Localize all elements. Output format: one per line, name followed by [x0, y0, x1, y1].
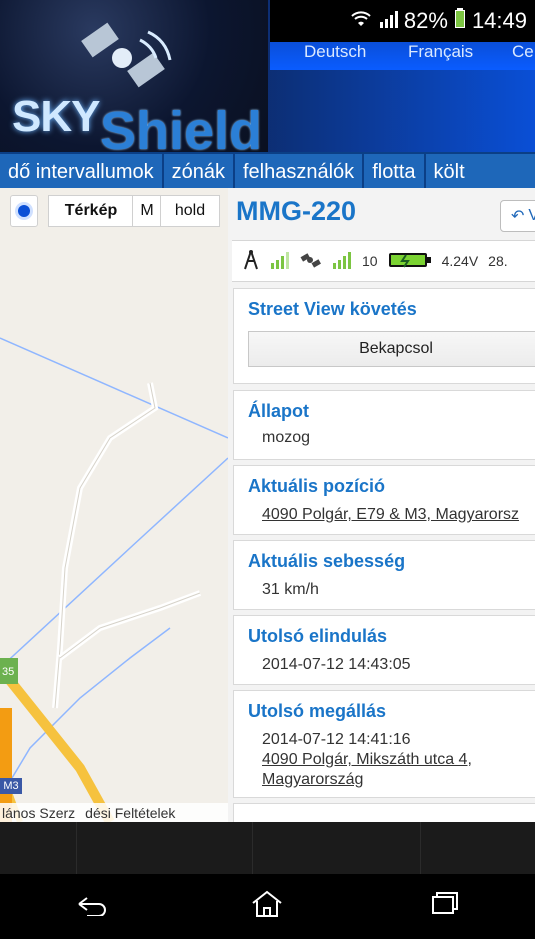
map-roads: [0, 337, 228, 822]
wifi-icon: [350, 8, 372, 34]
last-stop-title: Utolsó megállás: [248, 701, 387, 721]
system-navbar: [0, 874, 535, 939]
vehicle-title: MMG-220: [236, 196, 357, 226]
logo-sky-text: SKY: [12, 92, 100, 141]
map-type-m[interactable]: M: [132, 195, 162, 227]
gps-count: 10: [362, 253, 378, 269]
gps-signal-icon: [332, 251, 352, 272]
battery-charging-icon: [388, 251, 432, 272]
antenna-icon: [242, 249, 260, 274]
gps-satellite-icon: [300, 251, 322, 272]
status-bar: 82% 14:49: [270, 0, 535, 42]
map-view[interactable]: 35 M3: [0, 188, 229, 822]
card-next-partial: [233, 803, 535, 822]
speed-title: Aktuális sebesség: [248, 551, 406, 571]
toolbar-divider: [252, 822, 253, 874]
gsm-signal-icon: [270, 251, 290, 272]
back-label: V: [528, 207, 535, 224]
battery-icon: [454, 8, 466, 34]
card-position: Aktuális pozíció 4090 Polgár, E79 & M3, …: [233, 465, 535, 535]
state-value: mozog: [262, 429, 311, 446]
logo-shield-text: Shield: [100, 101, 263, 152]
position-title: Aktuális pozíció: [248, 476, 386, 496]
signal-icon: [378, 8, 398, 34]
back-button[interactable]: ↶ V: [500, 200, 535, 232]
toolbar-divider: [420, 822, 421, 874]
telemetry-bar: 10 4.24V 28.: [232, 240, 535, 282]
last-stop-address-line2[interactable]: Magyarország: [262, 771, 363, 789]
telemetry-extra: 28.: [488, 253, 508, 269]
speed-value: 31 km/h: [262, 581, 319, 598]
my-location-button[interactable]: [10, 195, 38, 227]
map-footer: lános Szerz dési Feltételek: [0, 803, 228, 822]
home-nav-button[interactable]: [232, 882, 302, 932]
card-street-view: Street View követés Bekapcsol: [233, 288, 535, 384]
last-stop-time: 2014-07-12 14:41:16: [262, 731, 411, 748]
app-header: SKY Shield Deutsch Français Ce 82% 14:49: [0, 0, 535, 152]
map-type-hold[interactable]: hold: [160, 195, 220, 227]
nav-users[interactable]: felhasználók: [235, 154, 365, 190]
last-start-title: Utolsó elindulás: [248, 626, 388, 646]
card-last-stop: Utolsó megállás 2014-07-12 14:41:16 4090…: [233, 690, 535, 798]
card-speed: Aktuális sebesség 31 km/h: [233, 540, 535, 610]
battery-voltage: 4.24V: [441, 253, 479, 269]
language-more[interactable]: Ce: [512, 42, 534, 62]
toolbar-divider: [76, 822, 77, 874]
location-dot-icon: [18, 205, 30, 217]
bottom-toolbar: [0, 822, 535, 874]
card-state: Állapot mozog: [233, 390, 535, 460]
status-right: 82% 14:49: [350, 8, 527, 34]
card-last-start: Utolsó elindulás 2014-07-12 14:43:05: [233, 615, 535, 685]
road-label-35: 35: [2, 666, 15, 678]
street-view-title: Street View követés: [248, 299, 417, 319]
clock: 14:49: [471, 8, 527, 33]
state-title: Állapot: [248, 401, 309, 421]
main-nav: dő intervallumok zónák felhasználók flot…: [0, 152, 535, 190]
last-stop-address-line1[interactable]: 4090 Polgár, Mikszáth utca 4,: [262, 751, 472, 769]
logo-banner: SKY Shield: [0, 0, 268, 152]
battery-percent: 82%: [403, 8, 448, 33]
street-view-enable-button[interactable]: Bekapcsol: [248, 331, 535, 367]
recents-nav-button[interactable]: [411, 882, 481, 932]
back-arrow-icon: ↶: [511, 208, 525, 225]
language-francais[interactable]: Français: [408, 42, 473, 62]
nav-fleet[interactable]: flotta: [364, 154, 426, 190]
home-icon: [250, 889, 284, 924]
nav-costs[interactable]: költ: [426, 154, 473, 190]
nav-intervals[interactable]: dő intervallumok: [0, 154, 164, 190]
highway-badge: M3: [0, 778, 22, 794]
nav-zones[interactable]: zónák: [164, 154, 235, 190]
satellite-icon: [81, 22, 172, 88]
back-nav-button[interactable]: [54, 882, 124, 932]
map-terms-left[interactable]: lános Szerz: [2, 805, 75, 821]
last-start-value: 2014-07-12 14:43:05: [262, 656, 411, 673]
recents-icon: [431, 891, 461, 922]
language-deutsch[interactable]: Deutsch: [304, 42, 366, 62]
map-controls: Térkép M hold: [0, 195, 220, 227]
map-terms-right[interactable]: dési Feltételek: [85, 805, 175, 821]
map-type-terkep[interactable]: Térkép: [48, 195, 134, 227]
position-link[interactable]: 4090 Polgár, E79 & M3, Magyarorsz: [262, 506, 519, 524]
back-icon: [69, 892, 109, 921]
